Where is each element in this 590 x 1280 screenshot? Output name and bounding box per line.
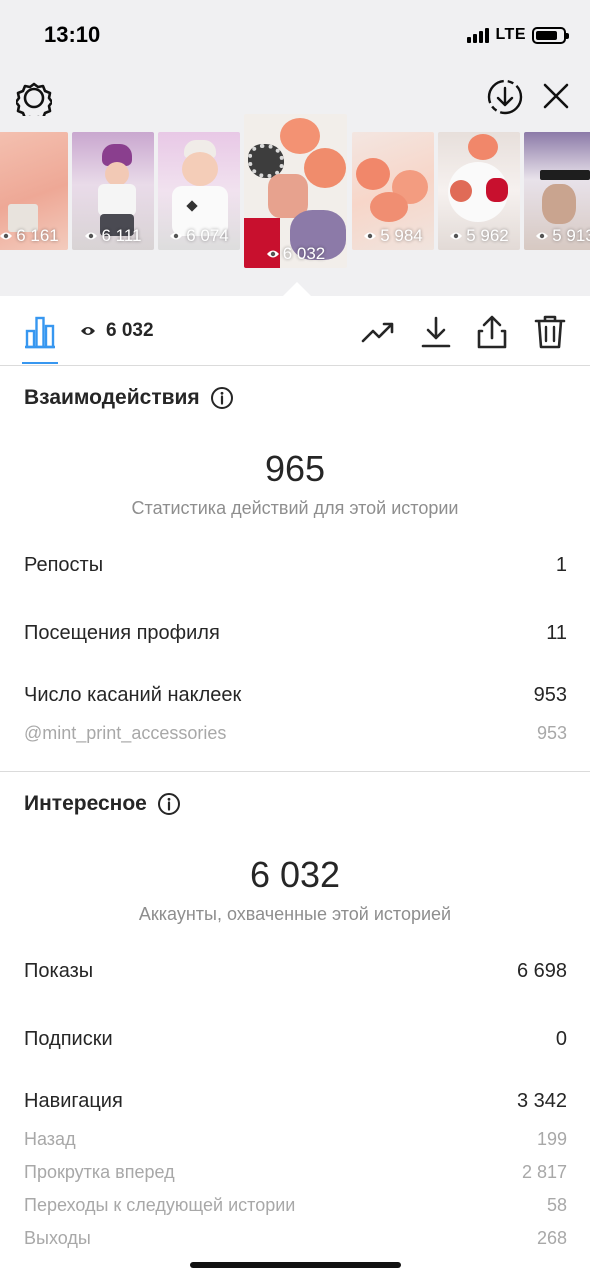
viewers-button[interactable]: 6 032 [80,320,154,342]
discovery-caption: Аккаунты, охваченные этой историей [138,904,452,924]
eye-icon [85,232,98,240]
metric-row: Навигация 3 342 [24,1090,567,1113]
metric-subrow: @mint_print_accessories 953 [24,723,567,744]
metric-label: Репосты [24,554,104,576]
discovery-heading: Интересное [24,792,181,816]
story-thumbnail-selected[interactable]: 6 032 [244,114,347,268]
metric-value: 2 817 [521,1162,567,1182]
story-thumbnail[interactable]: 6 161 [0,132,68,250]
metric-value: 3 342 [516,1090,567,1112]
interactions-heading: Взаимодействия [24,386,234,410]
section-title: Интересное [24,792,147,815]
story-thumbnail[interactable]: 6 111 [72,132,154,250]
download-button[interactable] [418,314,454,350]
thumbnail-views: 6 032 [244,244,347,264]
eye-icon [81,327,95,335]
metric-value: 0 [555,1028,567,1050]
info-icon[interactable] [157,792,181,816]
trending-up-icon [361,322,394,343]
active-tab-indicator [22,362,58,364]
story-thumbnail[interactable]: 5 962 [438,132,520,250]
thumbnail-views: 6 074 [158,226,240,246]
home-indicator[interactable] [190,1262,401,1268]
metric-label: Подписки [24,1028,113,1050]
section-title: Взаимодействия [24,386,200,409]
delete-button[interactable] [532,314,568,350]
metric-subrow: Назад 199 [24,1129,567,1150]
thumbnail-views: 5 913 [524,226,590,246]
story-thumbnail[interactable]: 5 984 [352,132,434,250]
insights-toolbar: 6 032 [0,296,590,366]
section-divider [0,771,590,772]
interactions-total: 965 [264,448,326,489]
eye-icon [536,232,549,240]
views-count: 6 032 [106,320,154,341]
metric-row: Число касаний наклеек 953 [24,684,567,707]
eye-icon [266,250,279,258]
thumbnail-views: 5 962 [438,226,520,246]
metric-value: 1 [555,554,567,576]
metric-label: Выходы [24,1228,91,1248]
thumbnail-views: 6 111 [72,226,154,246]
eye-icon [170,232,183,240]
metric-value: 953 [533,684,567,706]
story-preview-area: 13:10 LTE 6 161 6 111 6 074 6 032 5 984 … [0,0,590,296]
metric-value: 268 [536,1228,567,1248]
share-button[interactable] [474,314,510,350]
interactions-caption: Статистика действий для этой истории [131,498,459,518]
metric-value: 6 698 [516,960,567,982]
thumbnail-views: 5 984 [352,226,434,246]
metric-row: Подписки 0 [24,1028,567,1051]
discovery-total: 6 032 [249,854,341,895]
thumbnail-views: 6 161 [0,226,68,246]
bar-chart-icon [25,316,55,349]
metric-subrow: Выходы 268 [24,1228,567,1249]
trash-icon [534,315,566,349]
eye-icon [450,232,463,240]
info-icon[interactable] [210,386,234,410]
story-thumbnail[interactable]: 6 074 [158,132,240,250]
selection-pointer [283,282,311,296]
metric-label: Показы [24,960,94,982]
eye-icon [0,232,13,240]
metric-row: Посещения профиля 11 [24,622,567,645]
metric-subrow: Прокрутка вперед 2 817 [24,1162,567,1183]
metric-value: 199 [536,1129,567,1149]
share-icon [477,315,507,349]
metric-label: Навигация [24,1090,123,1112]
metric-label: Посещения профиля [24,622,220,644]
metric-value: 58 [546,1195,567,1215]
metric-label: Переходы к следующей истории [24,1195,296,1215]
metric-value: 953 [536,723,567,743]
metric-subrow: Переходы к следующей истории 58 [24,1195,567,1216]
metric-label: Число касаний наклеек [24,684,242,706]
download-icon [421,316,451,348]
metric-label: Прокрутка вперед [24,1162,175,1182]
metric-label: Назад [24,1129,76,1149]
metric-value: 11 [546,622,567,644]
metric-label: @mint_print_accessories [24,723,227,743]
story-thumbnail[interactable]: 5 913 [524,132,590,250]
promote-button[interactable] [360,314,396,350]
metric-row: Репосты 1 [24,554,567,577]
metric-row: Показы 6 698 [24,960,567,983]
story-thumbnail-strip: 6 161 6 111 6 074 6 032 5 984 5 962 5 91 [0,0,590,296]
eye-icon [364,232,377,240]
insights-tab[interactable] [22,314,58,350]
